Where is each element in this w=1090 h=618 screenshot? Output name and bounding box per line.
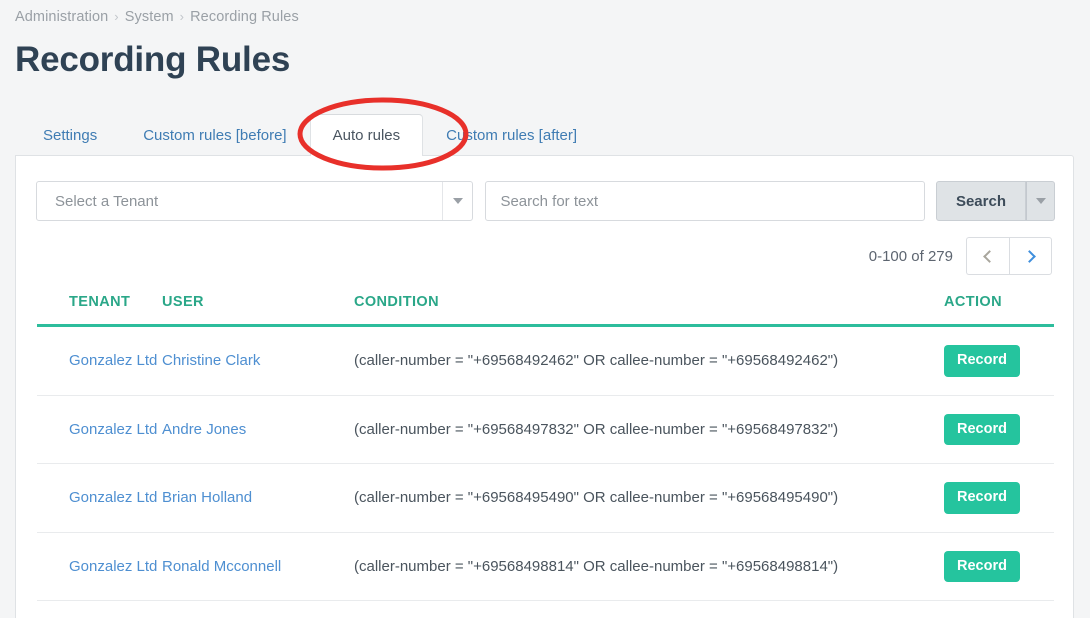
record-button[interactable]: Record	[944, 550, 1020, 582]
table-row: Gonzalez Ltd Brian Holland (caller-numbe…	[37, 463, 1054, 533]
table-row: Gonzalez Ltd Ronald Mcconnell (caller-nu…	[37, 532, 1054, 601]
search-button-group: Search	[935, 181, 1055, 221]
record-button[interactable]: Record	[944, 413, 1020, 445]
table-row: Gonzalez Ltd Andre Jones (caller-number …	[37, 395, 1054, 464]
breadcrumb-separator-icon: ›	[179, 9, 185, 24]
condition-text: (caller-number = "+69568492462" OR calle…	[354, 352, 839, 370]
condition-text: (caller-number = "+69568498814" OR calle…	[354, 557, 839, 575]
pagination: 0-100 of 279	[869, 236, 1052, 276]
search-button[interactable]: Search	[935, 181, 1026, 221]
user-link[interactable]: Christine Clark	[162, 352, 260, 369]
content-card: Select a Tenant Search 0-100 of 279	[15, 155, 1074, 618]
chevron-down-icon	[1035, 198, 1046, 204]
record-button[interactable]: Record	[944, 345, 1020, 377]
filter-bar: Select a Tenant Search	[36, 181, 1055, 221]
tab-settings[interactable]: Settings	[20, 114, 120, 156]
record-button[interactable]: Record	[944, 482, 1020, 514]
breadcrumb-item-system[interactable]: System	[125, 9, 174, 25]
table-row: Gonzalez Ltd Michael Hartman (caller-num…	[37, 600, 1054, 618]
table-row: Gonzalez Ltd Christine Clark (caller-num…	[37, 325, 1054, 396]
tenant-link[interactable]: Gonzalez Ltd	[69, 352, 157, 369]
search-options-button[interactable]	[1026, 181, 1055, 221]
search-input[interactable]	[485, 181, 925, 221]
chevron-left-icon	[983, 249, 996, 263]
column-header-condition: CONDITION	[354, 294, 944, 327]
recording-rules-page: Administration › System › Recording Rules Re…	[0, 0, 1090, 618]
chevron-right-icon	[1022, 249, 1036, 263]
tab-custom-rules-before[interactable]: Custom rules [before]	[120, 114, 309, 156]
column-header-tenant: TENANT	[37, 294, 162, 327]
user-link[interactable]: Brian Holland	[162, 489, 252, 506]
condition-text: (caller-number = "+69568497832" OR calle…	[354, 420, 839, 438]
pagination-prev-button[interactable]	[966, 237, 1009, 275]
pagination-buttons	[966, 237, 1052, 275]
tenant-select-placeholder: Select a Tenant	[55, 192, 159, 210]
tenant-select-caret[interactable]	[442, 182, 472, 220]
table-header-row: TENANT USER CONDITION ACTION	[37, 294, 1054, 327]
tab-auto-rules[interactable]: Auto rules	[309, 114, 424, 156]
breadcrumb-item-recording-rules: Recording Rules	[190, 9, 299, 25]
tenant-select[interactable]: Select a Tenant	[36, 181, 474, 221]
tenant-link[interactable]: Gonzalez Ltd	[69, 558, 157, 575]
column-header-user: USER	[162, 294, 354, 327]
pagination-next-button[interactable]	[1009, 237, 1052, 275]
breadcrumb-item-administration[interactable]: Administration	[15, 9, 108, 25]
pagination-range-label: 0-100 of 279	[868, 247, 953, 265]
table-body: Gonzalez Ltd Christine Clark (caller-num…	[37, 325, 1054, 618]
breadcrumb: Administration › System › Recording Rules	[15, 9, 299, 25]
tenant-link[interactable]: Gonzalez Ltd	[69, 421, 157, 438]
tenant-link[interactable]: Gonzalez Ltd	[69, 489, 157, 506]
user-link[interactable]: Ronald Mcconnell	[162, 558, 281, 575]
breadcrumb-separator-icon: ›	[114, 9, 119, 24]
user-link[interactable]: Andre Jones	[162, 421, 246, 438]
column-header-action: ACTION	[944, 294, 1054, 327]
condition-text: (caller-number = "+69568495490" OR calle…	[354, 489, 839, 507]
page-title: Recording Rules	[15, 40, 291, 79]
chevron-down-icon	[452, 198, 463, 204]
table-head: TENANT USER CONDITION ACTION	[37, 294, 1054, 327]
tab-custom-rules-after[interactable]: Custom rules [after]	[423, 114, 600, 156]
tab-bar: Settings Custom rules [before] Auto rule…	[15, 114, 1074, 156]
rules-table: TENANT USER CONDITION ACTION Gonzalez Lt…	[37, 294, 1054, 618]
